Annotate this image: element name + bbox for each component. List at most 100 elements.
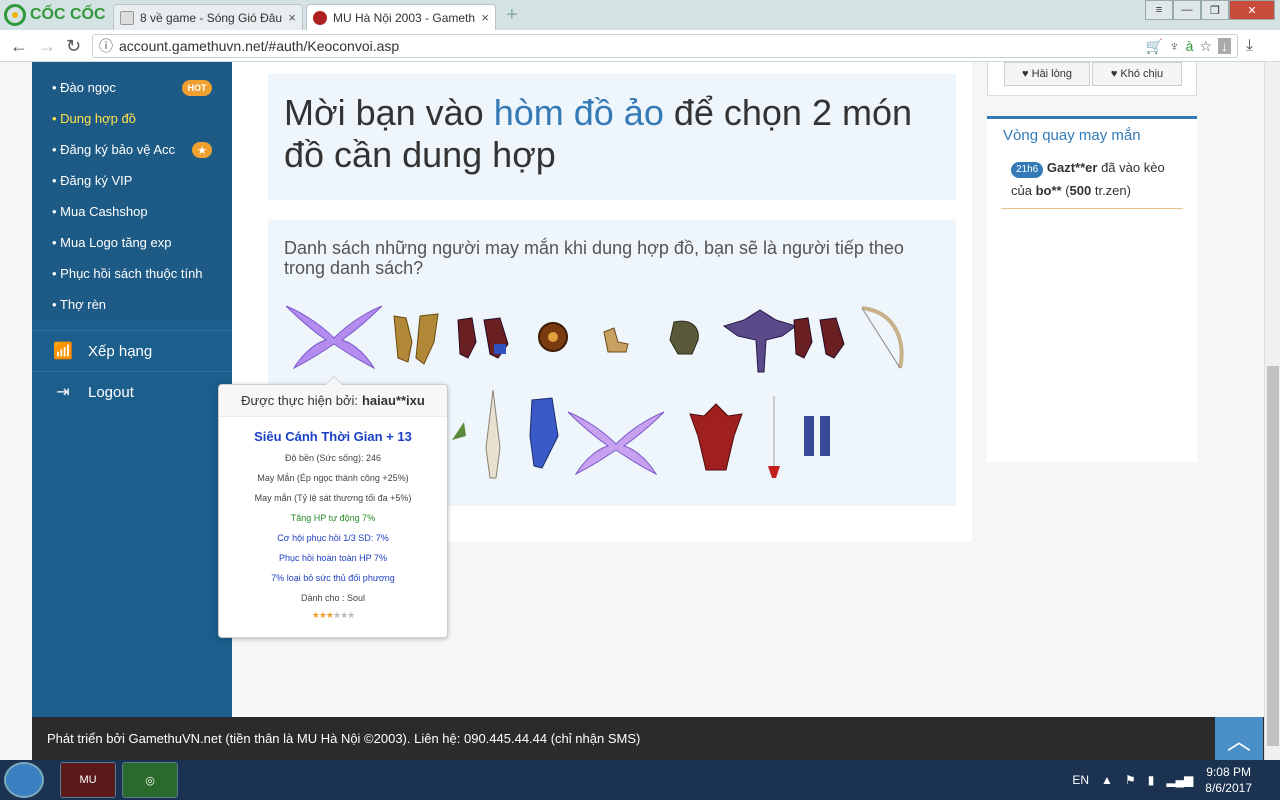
like-label: Hài lòng bbox=[1031, 68, 1072, 80]
sidebar-item-label: • Đăng ký bảo vệ Acc bbox=[52, 142, 176, 157]
tooltip-header-label: Được thực hiện bởi: bbox=[241, 393, 358, 408]
time-badge: 21h6 bbox=[1011, 162, 1044, 178]
gauntlets-item-icon[interactable] bbox=[454, 314, 518, 362]
sidebar-item-dao-ngoc[interactable]: • Đào ngọc HOT bbox=[32, 72, 232, 103]
staff-item-icon[interactable] bbox=[522, 396, 562, 472]
shield-item-icon[interactable] bbox=[536, 320, 570, 354]
forward-icon[interactable]: → bbox=[38, 36, 56, 56]
wings-item-icon[interactable] bbox=[568, 406, 664, 478]
sidebar-item-xep-hang[interactable]: 📶 Xếp hạng bbox=[32, 330, 232, 371]
spear-item-icon[interactable] bbox=[764, 394, 784, 480]
scrollbar-thumb[interactable] bbox=[1267, 366, 1279, 746]
instruction-box: Mời bạn vào hòm đồ ảo để chọn 2 món đồ c… bbox=[268, 74, 956, 200]
armor-item-icon[interactable] bbox=[720, 306, 800, 374]
clock[interactable]: 9:08 PM 8/6/2017 bbox=[1205, 764, 1252, 796]
like-button[interactable]: ♥ Hài lòng bbox=[1004, 62, 1090, 86]
helm-item-icon[interactable] bbox=[664, 318, 704, 358]
sidebar-item-dang-ky-vip[interactable]: • Đăng ký VIP bbox=[32, 165, 232, 196]
reaction-panel: ♥ Hài lòng ♥ Khó chịu bbox=[987, 62, 1197, 96]
zen-unit: tr.zen) bbox=[1091, 183, 1131, 198]
page-footer: Phát triển bởi GamethuVN.net (tiền thân … bbox=[32, 717, 1265, 760]
restore-icon[interactable]: ❐ bbox=[1201, 0, 1229, 20]
chevron-up-icon: ︿ bbox=[1227, 728, 1251, 755]
tab-sonnggio[interactable]: 8 về game - Sóng Gió Đâu × bbox=[113, 4, 303, 30]
tooltip-attribute-line: May Mắn (Ép ngọc thành công +25%) bbox=[257, 473, 409, 483]
browser-brand-label: CỐC CỐC bbox=[30, 6, 106, 23]
back-icon[interactable]: ← bbox=[10, 36, 28, 56]
reload-icon[interactable]: ↻ bbox=[66, 36, 81, 56]
pin-icon[interactable]: ♆ bbox=[1169, 38, 1180, 54]
star-icon: ★ bbox=[347, 610, 355, 620]
sidebar-item-dang-ky-bao-ve-acc[interactable]: • Đăng ký bảo vệ Acc ★ bbox=[32, 134, 232, 165]
coccoc-logo-icon bbox=[4, 4, 26, 26]
sidebar-item-label: • Đào ngọc bbox=[52, 80, 116, 95]
sidebar-item-tho-ren[interactable]: • Thợ rèn bbox=[32, 289, 232, 320]
new-tab-button[interactable]: + bbox=[506, 5, 518, 25]
bar-chart-icon: 📶 bbox=[53, 343, 73, 360]
virtual-chest-link[interactable]: hòm đồ ảo bbox=[494, 92, 664, 133]
close-window-icon[interactable]: ✕ bbox=[1229, 0, 1275, 20]
cart-icon[interactable]: 🛒 bbox=[1146, 38, 1163, 55]
page-scrollbar[interactable] bbox=[1264, 62, 1280, 760]
menu-icon[interactable]: ≡ bbox=[1145, 0, 1173, 20]
close-icon[interactable]: × bbox=[481, 10, 489, 25]
tab-label: 8 về game - Sóng Gió Đâu bbox=[140, 10, 283, 25]
sidebar-item-label: • Mua Cashshop bbox=[52, 204, 148, 219]
flag-icon[interactable]: ⚑ bbox=[1125, 773, 1136, 787]
sidebar: • Đào ngọc HOT • Dung hợp đồ • Đăng ký b… bbox=[32, 62, 232, 717]
dislike-label: Khó chịu bbox=[1120, 68, 1164, 80]
sidebar-item-logout[interactable]: ⇥ Logout bbox=[32, 371, 232, 412]
language-indicator[interactable]: EN bbox=[1072, 773, 1089, 787]
leaf-item-icon[interactable] bbox=[450, 420, 468, 444]
info-icon[interactable]: ⓘ bbox=[99, 36, 113, 56]
boots-item-icon[interactable] bbox=[600, 324, 632, 354]
network-icon[interactable]: ▮ bbox=[1148, 773, 1155, 787]
tooltip-user: haiau**ixu bbox=[361, 393, 425, 408]
close-icon[interactable]: × bbox=[288, 10, 296, 25]
bow-item-icon[interactable] bbox=[856, 302, 908, 372]
boots-item-icon[interactable] bbox=[800, 412, 836, 460]
minimize-icon[interactable]: — bbox=[1173, 0, 1201, 20]
signal-icon[interactable]: ▂▄▆ bbox=[1166, 773, 1193, 787]
sidebar-submenu: • Đào ngọc HOT • Dung hợp đồ • Đăng ký b… bbox=[32, 62, 232, 320]
download-icon[interactable]: ↓ bbox=[1218, 38, 1231, 54]
coccoc-app-icon[interactable]: ◎ bbox=[122, 762, 178, 798]
tooltip-attribute-line: Cơ hội phục hồi 1/3 SD: 7% bbox=[277, 533, 389, 543]
tray-arrow-icon[interactable]: ▲ bbox=[1101, 773, 1113, 787]
red-armor-item-icon[interactable] bbox=[686, 400, 746, 476]
scroll-top-button[interactable]: ︿ bbox=[1215, 717, 1263, 760]
url-text[interactable]: account.gamethuvn.net/#auth/Keoconvoi.as… bbox=[119, 38, 1140, 54]
windows-start-icon[interactable] bbox=[4, 762, 44, 798]
item-tooltip: Được thực hiện bởi: haiau**ixu Siêu Cánh… bbox=[218, 376, 448, 638]
mu-app-icon[interactable]: MU bbox=[60, 762, 116, 798]
wings-item-icon[interactable] bbox=[286, 300, 382, 372]
downloads-icon[interactable]: ⤓ bbox=[1246, 36, 1253, 56]
logout-icon: ⇥ bbox=[56, 384, 70, 401]
gauntlets-item-icon[interactable] bbox=[790, 314, 854, 362]
sidebar-item-label: • Mua Logo tăng exp bbox=[52, 235, 172, 250]
windows-taskbar: MU ◎ EN ▲ ⚑ ▮ ▂▄▆ 9:08 PM 8/6/2017 bbox=[0, 760, 1280, 800]
user-name: bo** bbox=[1035, 183, 1062, 198]
sidebar-item-mua-logo[interactable]: • Mua Logo tăng exp bbox=[32, 227, 232, 258]
dictionary-icon[interactable]: à bbox=[1186, 38, 1194, 54]
bookmark-star-icon[interactable]: ☆ bbox=[1199, 38, 1212, 55]
tooltip-item-name: Siêu Cánh Thời Gian + 13 bbox=[254, 429, 412, 444]
lucky-wheel-title[interactable]: Vòng quay may mắn bbox=[987, 119, 1197, 152]
sword-item-icon[interactable] bbox=[478, 388, 508, 486]
sidebar-item-phuc-hoi-sach[interactable]: • Phục hồi sách thuộc tính bbox=[32, 258, 232, 289]
browser-brand[interactable]: CỐC CỐC bbox=[4, 4, 106, 26]
page-title: Mời bạn vào hòm đồ ảo để chọn 2 món đồ c… bbox=[284, 92, 940, 176]
star-icon: ★ bbox=[318, 610, 327, 620]
gloves-item-icon[interactable] bbox=[390, 312, 444, 366]
system-tray: EN ▲ ⚑ ▮ ▂▄▆ 9:08 PM 8/6/2017 bbox=[1072, 760, 1280, 800]
user-name: Gazt**er bbox=[1046, 160, 1098, 175]
tooltip-attributes: Độ bền (Sức sống): 246 May Mắn (Ép ngọc t… bbox=[219, 448, 447, 608]
tab-mu-hanoi[interactable]: MU Hà Nội 2003 - Gameth × bbox=[306, 4, 496, 30]
tooltip-attribute-line: Độ bền (Sức sống): 246 bbox=[284, 453, 382, 463]
sidebar-item-label: • Phục hồi sách thuộc tính bbox=[52, 266, 203, 281]
tooltip-attribute-line: Tăng HP tự động 7% bbox=[290, 513, 376, 523]
dislike-button[interactable]: ♥ Khó chịu bbox=[1092, 62, 1182, 86]
sidebar-item-dung-hop-do[interactable]: • Dung hợp đồ bbox=[32, 103, 232, 134]
sidebar-item-mua-cashshop[interactable]: • Mua Cashshop bbox=[32, 196, 232, 227]
address-bar[interactable]: ⓘ account.gamethuvn.net/#auth/Keoconvoi.… bbox=[92, 34, 1238, 58]
